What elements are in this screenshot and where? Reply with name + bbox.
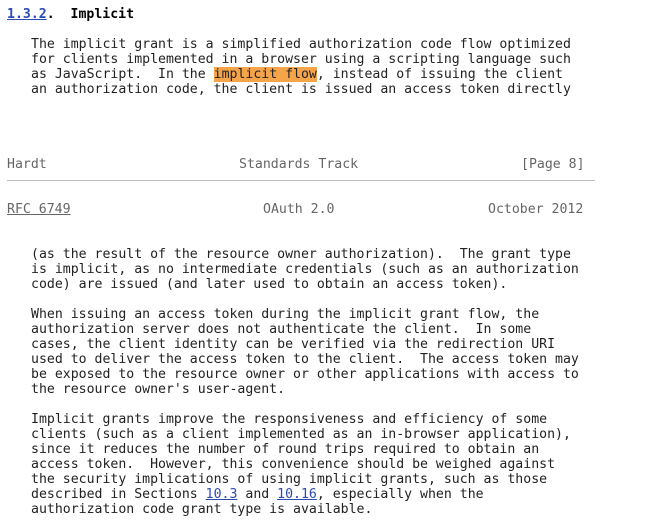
para4-line6-mid: and [237,487,278,502]
para4-line6: described in Sections 10.3 and 10.16, es… [31,487,484,502]
para3-line6: the resource owner's user-agent. [31,382,286,397]
para1-line4: an authorization code, the client is iss… [31,82,571,97]
footer-page-number: [Page 8] [521,157,585,172]
section-title: Implicit [70,7,135,22]
page-break-rule [7,180,595,181]
section-heading: 1.3.2. Implicit [7,7,134,22]
header-title: OAuth 2.0 [263,202,335,217]
header-date: October 2012 [488,202,584,217]
section-number-link[interactable]: 1.3.2 [7,7,47,22]
para3-line1: When issuing an access token during the … [31,307,540,322]
footer-track: Standards Track [239,157,359,172]
para3-line3: cases, the client identity can be verifi… [31,337,556,352]
para4-line6-post: , especially when the [316,487,484,502]
para2-line1: (as the result of the resource owner aut… [31,247,571,262]
para3-line2: authorization server does not authentica… [31,322,532,337]
para4-line1: Implicit grants improve the responsivene… [31,412,548,427]
para1-line1: The implicit grant is a simplified autho… [31,37,571,52]
para4-line7: authorization code grant type is availab… [31,502,373,517]
para4-line3: since it reduces the number of round tri… [31,442,540,457]
para1-line3: as JavaScript. In the implicit flow, ins… [31,67,563,82]
para1-line3-post: , instead of issuing the client [316,67,563,82]
para4-line6-pre: described in Sections [31,487,206,502]
footer-author: Hardt [7,157,47,172]
para3-line5: be exposed to the resource owner or othe… [31,367,579,382]
para4-line4: access token. However, this convenience … [31,457,556,472]
para2-line3: code) are issued (and later used to obta… [31,277,508,292]
section-10-16-link[interactable]: 10.16 [277,487,317,502]
para1-line3-pre: as JavaScript. In the [31,67,214,82]
para1-line2: for clients implemented in a browser usi… [31,52,571,67]
para3-line4: used to deliver the access token to the … [31,352,579,367]
search-highlight: implicit flow [213,67,317,82]
para2-line2: is implicit, as no intermediate credenti… [31,262,579,277]
section-number-dot: . [46,7,71,22]
section-10-3-link[interactable]: 10.3 [206,487,238,502]
header-rfc-link[interactable]: RFC 6749 [7,202,71,217]
para4-line2: clients (such as a client implemented as… [31,427,571,442]
para4-line5: the security implications of using impli… [31,472,548,487]
